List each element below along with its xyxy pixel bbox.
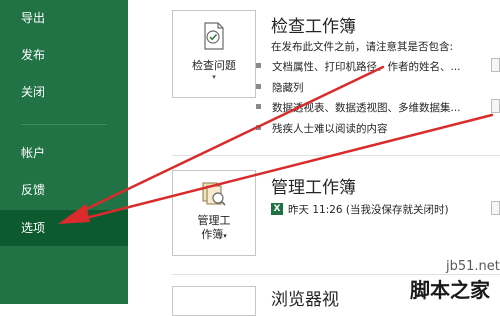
section-divider [172,155,500,156]
sidebar-item-options[interactable]: 选项 [0,210,128,246]
sidebar-item-publish[interactable]: 发布 [0,37,128,73]
bullet-icon [256,125,261,130]
list-item: 文档属性、打印机路径、作者的姓名、... [256,59,461,73]
scroll-arrow-icon[interactable] [491,201,500,215]
bullet-text: 数据透视表、数据透视图、多维数据集... [272,102,461,114]
manage-workbook-label-line1: 管理工 [197,214,231,227]
backstage-sidebar: 导出 发布 关闭 帐户 反馈 选项 [0,0,128,304]
chevron-down-icon: ▾ [212,73,216,81]
list-item: 残疾人士难以阅读的内容 [256,121,388,135]
bullet-text: 残疾人士难以阅读的内容 [272,123,388,135]
manage-workbook-button[interactable]: 管理工 作簿▾ [172,170,256,256]
bullet-icon [256,84,261,89]
bullet-icon [256,104,261,109]
sidebar-item-feedback[interactable]: 反馈 [0,172,128,208]
autosave-version-link[interactable]: 昨天 11:26 (当我没保存就关闭时) [288,202,449,217]
manage-workbook-icon [202,182,226,206]
scroll-arrow-icon[interactable] [491,58,500,72]
bullet-text: 文档属性、打印机路径、作者的姓名、... [272,61,461,73]
inspect-description: 在发布此文件之前，请注意其是否包含: [271,41,454,53]
manage-workbook-label-line2: 作簿▾ [201,228,227,241]
inspect-issues-label: 检查问题 [192,59,236,72]
sidebar-item-account[interactable]: 帐户 [0,135,128,171]
excel-file-icon: X [271,203,283,215]
sidebar-item-export[interactable]: 导出 [0,0,128,36]
manage-workbook-title: 管理工作簿 [271,178,356,198]
scroll-arrow-icon[interactable] [491,99,500,113]
watermark-site: jb51.net [446,259,500,274]
inspect-workbook-title: 检查工作簿 [271,17,356,37]
bullet-icon [256,63,261,68]
browser-view-title: 浏览器视 [271,290,339,310]
sidebar-divider [21,124,107,125]
watermark-brand: 脚本之家 [410,278,490,302]
browser-view-options-button[interactable] [172,286,256,316]
sidebar-item-close[interactable]: 关闭 [0,74,128,110]
list-item: 隐藏列 [256,80,304,94]
list-item: 数据透视表、数据透视图、多维数据集... [256,100,461,114]
inspect-issues-button[interactable]: 检查问题 ▾ [172,10,256,98]
bullet-text: 隐藏列 [272,82,304,94]
inspect-document-icon [204,22,224,50]
info-panel: 检查问题 ▾ 检查工作簿 在发布此文件之前，请注意其是否包含: 文档属性、打印机… [128,0,500,316]
